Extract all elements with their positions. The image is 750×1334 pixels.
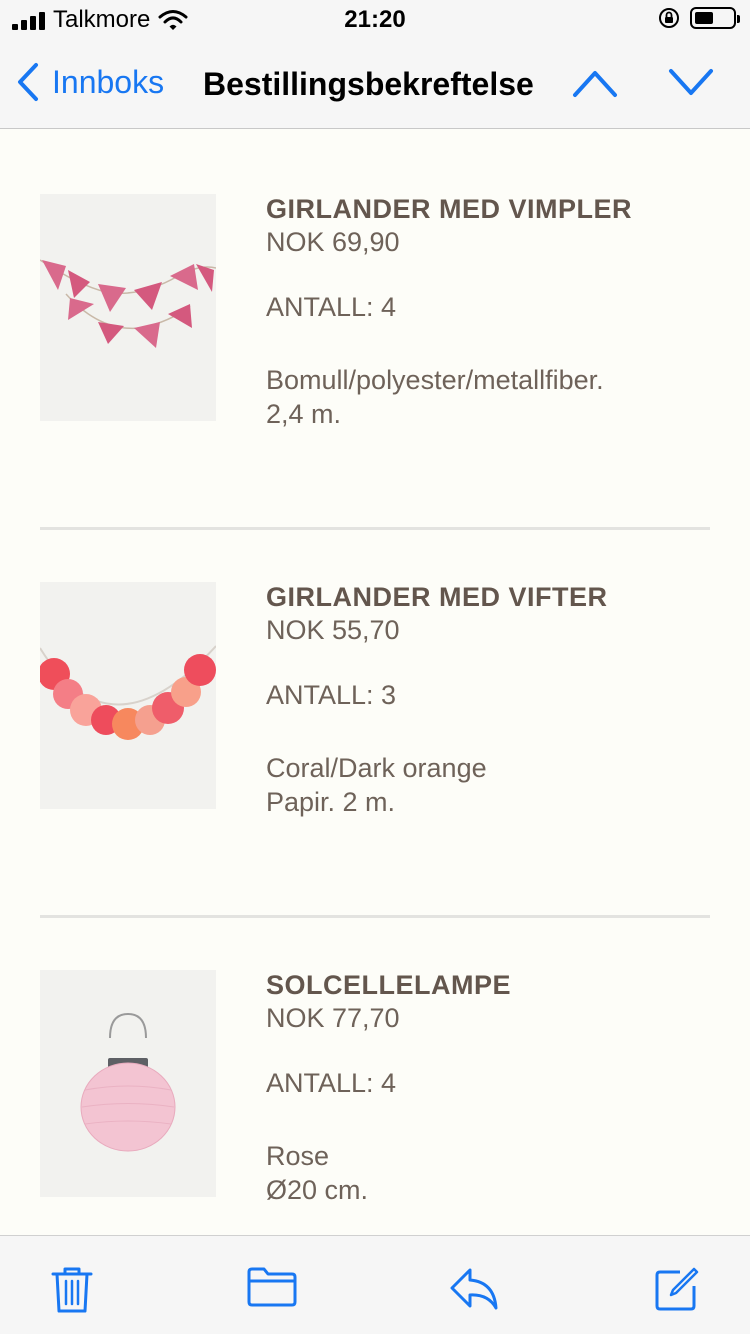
item-quantity: ANTALL: 4: [266, 1068, 397, 1098]
item-desc-line1: Bomull/polyester/metallfiber.: [266, 365, 604, 395]
item-price: NOK 55,70: [266, 615, 400, 645]
bottom-toolbar: [0, 1235, 750, 1334]
trash-icon: [51, 1267, 93, 1313]
folder-icon: [247, 1267, 297, 1307]
reply-button[interactable]: [448, 1266, 500, 1315]
compose-button[interactable]: [654, 1266, 700, 1317]
product-image-fan-garland[interactable]: [38, 582, 217, 809]
nav-bar: Innboks Bestillingsbekreftelse: [0, 40, 750, 129]
compose-icon: [655, 1267, 699, 1311]
item-price: NOK 77,70: [266, 1003, 400, 1033]
status-time: 21:20: [344, 6, 406, 33]
item-description: Bomull/polyester/metallfiber. 2,4 m.: [266, 363, 710, 431]
status-right: [658, 7, 740, 29]
product-image-solar-lamp[interactable]: [40, 970, 216, 1197]
item-desc-line2: Ø20 cm.: [266, 1175, 369, 1205]
chevron-left-icon: [18, 63, 38, 101]
product-image-pennant-garland[interactable]: [39, 194, 217, 421]
item-price: NOK 69,90: [266, 227, 400, 257]
item-quantity: ANTALL: 4: [266, 292, 397, 322]
rotation-lock-icon: [659, 8, 679, 28]
next-message-button[interactable]: [668, 68, 714, 103]
item-description: Coral/Dark orange Papir. 2 m.: [266, 751, 710, 819]
status-bar: Talkmore 21:20: [0, 0, 750, 40]
fan-garland-image: [38, 645, 217, 740]
back-button[interactable]: Innboks: [16, 62, 164, 102]
item-desc-line2: Papir. 2 m.: [266, 787, 396, 817]
item-name: GIRLANDER MED VIFTER: [266, 582, 608, 612]
divider: [40, 527, 710, 530]
page-title: Bestillingsbekreftelse: [203, 66, 534, 102]
item-desc-line1: Coral/Dark orange: [266, 753, 487, 783]
item-details: SOLCELLELAMPE NOK 77,70 ANTALL: 4 Rose Ø…: [266, 970, 710, 1207]
battery-icon: [690, 7, 740, 29]
item-description: Rose Ø20 cm.: [266, 1139, 710, 1207]
previous-message-button[interactable]: [572, 68, 618, 103]
item-desc-line2: 2,4 m.: [266, 399, 342, 429]
chevron-down-icon: [669, 69, 713, 95]
chevron-up-icon: [573, 71, 617, 97]
item-desc-line1: Rose: [266, 1141, 330, 1171]
email-body[interactable]: GIRLANDER MED VIMPLER NOK 69,90 ANTALL: …: [0, 130, 750, 1235]
item-details: GIRLANDER MED VIFTER NOK 55,70 ANTALL: 3…: [266, 582, 710, 819]
reply-icon: [450, 1268, 498, 1310]
move-to-folder-button[interactable]: [246, 1266, 298, 1313]
solar-lantern-image: [80, 1012, 176, 1152]
back-label: Innboks: [52, 63, 165, 100]
pennant-garland-image: [39, 259, 217, 348]
divider: [40, 915, 710, 918]
item-name: GIRLANDER MED VIMPLER: [266, 194, 633, 224]
item-name: SOLCELLELAMPE: [266, 970, 512, 1000]
delete-button[interactable]: [50, 1266, 94, 1319]
item-details: GIRLANDER MED VIMPLER NOK 69,90 ANTALL: …: [266, 194, 710, 431]
item-quantity: ANTALL: 3: [266, 680, 397, 710]
